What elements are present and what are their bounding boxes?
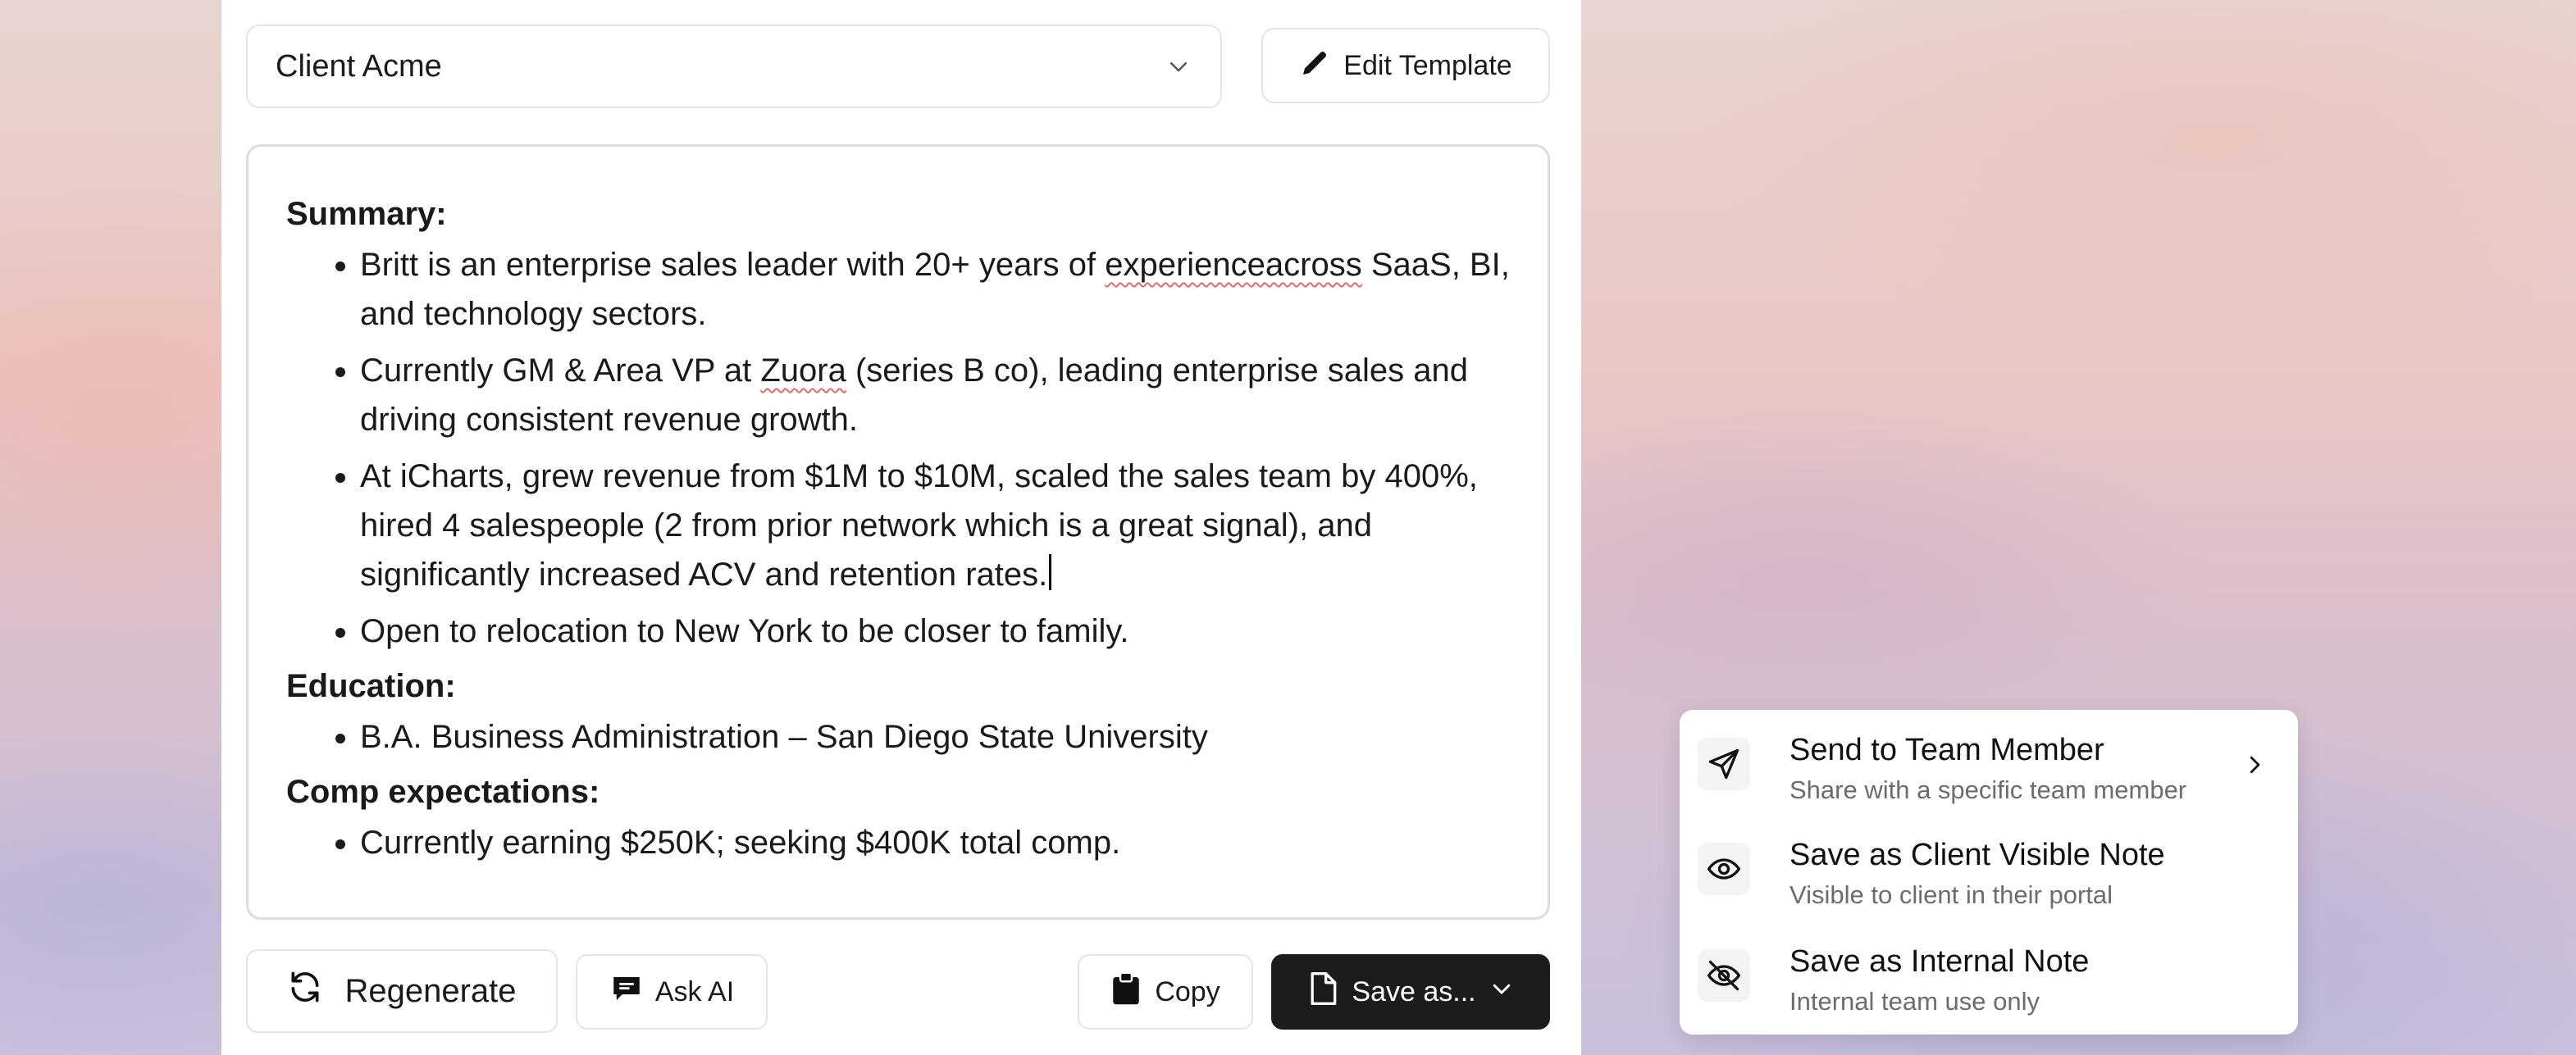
spellcheck-flag[interactable]: Zuora	[760, 352, 846, 389]
list-item: Britt is an enterprise sales leader with…	[360, 240, 1510, 339]
chat-icon	[609, 971, 644, 1013]
send-icon	[1698, 738, 1750, 790]
note-editor[interactable]: Summary: Britt is an enterprise sales le…	[246, 144, 1550, 920]
list-item: At iCharts, grew revenue from $1M to $10…	[360, 452, 1510, 599]
menu-item-subtitle: Share with a specific team member	[1790, 775, 2187, 804]
education-list: B.A. Business Administration – San Diego…	[286, 712, 1510, 762]
list-item: Open to relocation to New York to be clo…	[360, 607, 1510, 656]
list-item: B.A. Business Administration – San Diego…	[360, 712, 1510, 762]
file-icon	[1307, 971, 1338, 1014]
client-select-value: Client Acme	[276, 48, 442, 84]
menu-item-subtitle: Internal team use only	[1790, 987, 2040, 1016]
list-item: Currently GM & Area VP at Zuora (series …	[360, 346, 1510, 444]
menu-item-subtitle: Visible to client in their portal	[1790, 880, 2113, 909]
regenerate-label: Regenerate	[344, 972, 517, 1009]
summary-list: Britt is an enterprise sales leader with…	[286, 240, 1510, 656]
ask-ai-label: Ask AI	[654, 975, 735, 1007]
copy-button[interactable]: Copy	[1078, 954, 1253, 1030]
pencil-icon	[1299, 46, 1332, 86]
comp-heading: Comp expectations:	[286, 774, 600, 810]
menu-item-title: Save as Internal Note	[1790, 944, 2090, 979]
eye-off-icon	[1698, 949, 1750, 1002]
ask-ai-button[interactable]: Ask AI	[576, 954, 768, 1030]
summary-heading: Summary:	[286, 196, 447, 232]
list-item: Currently earning $250K; seeking $400K t…	[360, 818, 1510, 867]
save-as-button[interactable]: Save as...	[1271, 954, 1550, 1030]
menu-item-send-to-team-member[interactable]: Send to Team Member Share with a specifi…	[1698, 720, 2288, 818]
save-as-label: Save as...	[1352, 975, 1476, 1007]
clipboard-icon	[1110, 971, 1142, 1013]
menu-item-save-client-visible-note[interactable]: Save as Client Visible Note Visible to c…	[1698, 825, 2288, 923]
regenerate-button[interactable]: Regenerate	[246, 949, 558, 1033]
text-caret	[1049, 554, 1052, 590]
copy-label: Copy	[1155, 975, 1220, 1007]
client-select[interactable]: Client Acme	[246, 25, 1222, 108]
chevron-down-icon	[1165, 52, 1192, 80]
spellcheck-flag[interactable]: experienceacross	[1105, 247, 1362, 283]
chevron-down-icon	[1489, 976, 1514, 1008]
chevron-right-icon	[2242, 753, 2267, 777]
eye-icon	[1698, 843, 1750, 895]
menu-item-title: Send to Team Member	[1790, 733, 2104, 767]
refresh-icon	[287, 969, 323, 1013]
comp-list: Currently earning $250K; seeking $400K t…	[286, 818, 1510, 867]
save-as-menu: Send to Team Member Share with a specifi…	[1680, 710, 2298, 1035]
menu-item-title: Save as Client Visible Note	[1790, 838, 2165, 872]
menu-item-save-internal-note[interactable]: Save as Internal Note Internal team use …	[1698, 931, 2288, 1030]
education-heading: Education:	[286, 668, 456, 704]
edit-template-label: Edit Template	[1343, 49, 1512, 81]
edit-template-button[interactable]: Edit Template	[1261, 28, 1550, 103]
